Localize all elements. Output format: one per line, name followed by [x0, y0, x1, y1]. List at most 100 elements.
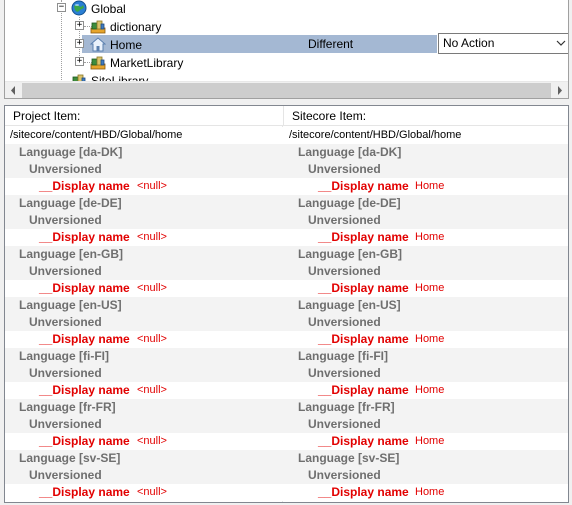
expand-dictionary-toggle[interactable]: +: [75, 21, 84, 30]
library-books-icon: [90, 54, 106, 70]
project-language-label: Language [de-DE]: [19, 196, 122, 210]
project-field-value: <null>: [137, 231, 167, 243]
expand-marketlibrary-toggle[interactable]: +: [75, 57, 84, 66]
compare-grid: Project Item: Sitecore Item: /sitecore/c…: [4, 105, 569, 503]
sitecore-language-label: Language [en-US]: [298, 298, 401, 312]
display-name-row: __Display name <null> __Display name Home: [5, 229, 568, 246]
tree-node-label: Global: [91, 1, 126, 16]
project-field-name: __Display name: [39, 281, 130, 295]
sitecore-field-name: __Display name: [318, 383, 409, 397]
sitecore-unversioned-label: Unversioned: [308, 264, 381, 278]
unversioned-row: Unversioned Unversioned: [5, 365, 568, 382]
scroll-left-arrow-icon[interactable]: [5, 82, 22, 98]
project-field-value: <null>: [137, 384, 167, 396]
tree-node-global[interactable]: Global: [71, 0, 126, 17]
project-unversioned-label: Unversioned: [29, 162, 102, 176]
display-name-row: __Display name <null> __Display name Home: [5, 331, 568, 348]
tree-node-label: dictionary: [110, 19, 162, 34]
display-name-row: __Display name <null> __Display name Home: [5, 382, 568, 399]
sitecore-unversioned-label: Unversioned: [308, 162, 381, 176]
project-unversioned-label: Unversioned: [29, 264, 102, 278]
sitecore-language-label: Language [da-DK]: [298, 145, 402, 159]
project-item-header: Project Item:: [13, 109, 81, 123]
sitecore-language-label: Language [de-DE]: [298, 196, 401, 210]
project-field-name: __Display name: [39, 332, 130, 346]
scroll-right-arrow-icon[interactable]: [551, 82, 568, 98]
project-unversioned-label: Unversioned: [29, 417, 102, 431]
sitecore-field-name: __Display name: [318, 230, 409, 244]
library-books-icon: [90, 18, 106, 34]
sitecore-language-label: Language [sv-SE]: [298, 451, 400, 465]
sitecore-item-header: Sitecore Item:: [283, 106, 366, 126]
tree-node-marketlibrary[interactable]: MarketLibrary: [90, 53, 183, 71]
sitecore-field-value: Home: [415, 180, 445, 192]
project-field-name: __Display name: [39, 230, 130, 244]
sitecore-unversioned-label: Unversioned: [308, 417, 381, 431]
expand-home-toggle[interactable]: +: [75, 39, 84, 48]
sitecore-language-label: Language [fi-FI]: [298, 349, 388, 363]
project-language-label: Language [sv-SE]: [19, 451, 121, 465]
unversioned-row: Unversioned Unversioned: [5, 161, 568, 178]
sitecore-unversioned-label: Unversioned: [308, 213, 381, 227]
globe-icon: [71, 0, 87, 16]
item-path-row: /sitecore/content/HBD/Global/home/siteco…: [5, 127, 568, 144]
action-dropdown-value: No Action: [443, 36, 495, 50]
tree-connector: [61, 0, 62, 82]
language-row: Language [sv-SE] Language [sv-SE]: [5, 450, 568, 467]
horizontal-scrollbar[interactable]: [5, 81, 568, 98]
tree-node-label: MarketLibrary: [110, 55, 184, 70]
project-unversioned-label: Unversioned: [29, 315, 102, 329]
project-item-path: /sitecore/content/HBD/Global/home: [10, 129, 183, 141]
sitecore-field-value: Home: [415, 435, 445, 447]
project-language-label: Language [fr-FR]: [19, 400, 116, 414]
project-language-label: Language [en-US]: [19, 298, 122, 312]
home-icon: [89, 36, 107, 52]
scrollbar-thumb[interactable]: [22, 83, 551, 98]
language-row: Language [de-DE] Language [de-DE]: [5, 195, 568, 212]
project-field-name: __Display name: [39, 179, 130, 193]
language-row: Language [en-US] Language [en-US]: [5, 297, 568, 314]
collapse-global-toggle[interactable]: −: [57, 3, 66, 12]
sitecore-item-path: /sitecore/content/HBD/Global/home: [289, 129, 462, 141]
sitecore-field-value: Home: [415, 486, 445, 498]
tree-node-home[interactable]: Home: [89, 35, 143, 53]
compare-status: Different: [308, 37, 354, 51]
project-field-name: __Display name: [39, 383, 130, 397]
chevron-down-icon: [555, 35, 567, 52]
sitecore-field-name: __Display name: [318, 434, 409, 448]
item-tree: − Global + dictionary + Home Different N…: [5, 0, 568, 82]
project-field-value: <null>: [137, 333, 167, 345]
project-unversioned-label: Unversioned: [29, 213, 102, 227]
project-unversioned-label: Unversioned: [29, 468, 102, 482]
language-row: Language [en-GB] Language [en-GB]: [5, 246, 568, 263]
sitecore-unversioned-label: Unversioned: [308, 366, 381, 380]
project-field-name: __Display name: [39, 485, 130, 499]
language-row: Language [fr-FR] Language [fr-FR]: [5, 399, 568, 416]
language-row: Language [fi-FI] Language [fi-FI]: [5, 348, 568, 365]
project-field-name: __Display name: [39, 434, 130, 448]
tree-node-dictionary[interactable]: dictionary: [90, 17, 161, 35]
grid-header: Project Item: Sitecore Item:: [5, 106, 568, 126]
language-row: Language [da-DK] Language [da-DK]: [5, 144, 568, 161]
tree-node-label: Home: [110, 37, 143, 52]
project-field-value: <null>: [137, 180, 167, 192]
project-field-value: <null>: [137, 435, 167, 447]
sitecore-field-name: __Display name: [318, 332, 409, 346]
project-language-label: Language [fi-FI]: [19, 349, 109, 363]
sitecore-field-value: Home: [415, 282, 445, 294]
sitecore-language-label: Language [fr-FR]: [298, 400, 395, 414]
unversioned-row: Unversioned Unversioned: [5, 212, 568, 229]
project-field-value: <null>: [137, 282, 167, 294]
display-name-row: __Display name <null> __Display name Home: [5, 178, 568, 195]
sitecore-field-name: __Display name: [318, 485, 409, 499]
sitecore-field-value: Home: [415, 333, 445, 345]
action-dropdown[interactable]: No Action: [438, 33, 568, 54]
sitecore-unversioned-label: Unversioned: [308, 315, 381, 329]
unversioned-row: Unversioned Unversioned: [5, 467, 568, 484]
sitecore-unversioned-label: Unversioned: [308, 468, 381, 482]
project-language-label: Language [da-DK]: [19, 145, 123, 159]
sitecore-language-label: Language [en-GB]: [298, 247, 402, 261]
sitecore-field-name: __Display name: [318, 281, 409, 295]
sitecore-field-value: Home: [415, 384, 445, 396]
project-language-label: Language [en-GB]: [19, 247, 123, 261]
